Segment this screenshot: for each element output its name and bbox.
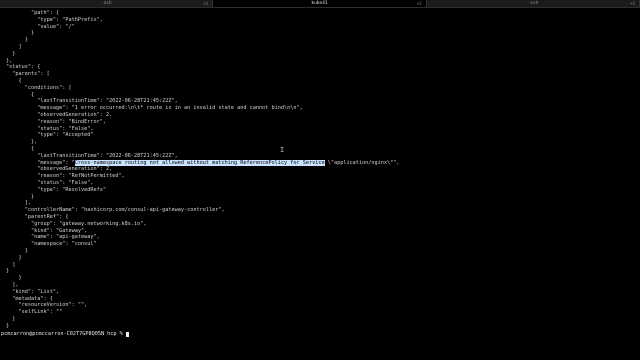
tab-2[interactable]: kube41 ⌘2 [213,0,427,7]
line-suffix: \"application/nginx\"", [324,159,400,166]
tab-shortcut: ⌘1 [203,1,209,6]
text-cursor-icon: I [280,146,285,154]
tab-label: kube41 [311,1,328,6]
line-prefix: "message": " [6,159,75,166]
tab-shortcut: ⌘2 [416,1,422,6]
shell-prompt[interactable]: pcmcarron@pcmccarron-C02T7GP8Q05N hcp % [1,331,126,338]
tab-1[interactable]: -zsh ⌘1 [0,0,214,7]
tab-bar: -zsh ⌘1 kube41 ⌘2 -zsh ⌘3 [0,0,640,8]
terminal-line: } [6,322,10,329]
terminal-output[interactable]: "path": { "type": "PathPrefix", "value":… [0,10,640,360]
selected-text[interactable]: Cross-namespace routing not allowed with… [74,159,325,166]
terminal-cursor [125,331,129,337]
tab-3[interactable]: -zsh ⌘3 [427,0,640,7]
tab-label: -zsh [527,1,539,6]
tab-shortcut: ⌘3 [630,1,635,6]
tab-label: -zsh [100,1,112,6]
